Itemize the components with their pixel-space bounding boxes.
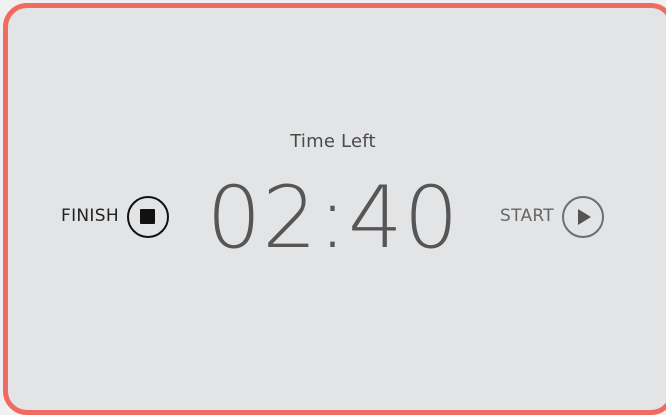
play-triangle [578, 208, 592, 225]
finish-label: FINISH [61, 206, 119, 226]
stop-icon[interactable] [126, 195, 169, 238]
timer-screen: Time Left 02:40 FINISH START [0, 0, 666, 415]
start-button[interactable]: START [500, 194, 604, 239]
play-icon[interactable] [561, 195, 604, 238]
stop-square [140, 209, 156, 224]
start-label: START [500, 206, 554, 226]
finish-button[interactable]: FINISH [61, 194, 169, 239]
time-left-label: Time Left [290, 131, 376, 152]
